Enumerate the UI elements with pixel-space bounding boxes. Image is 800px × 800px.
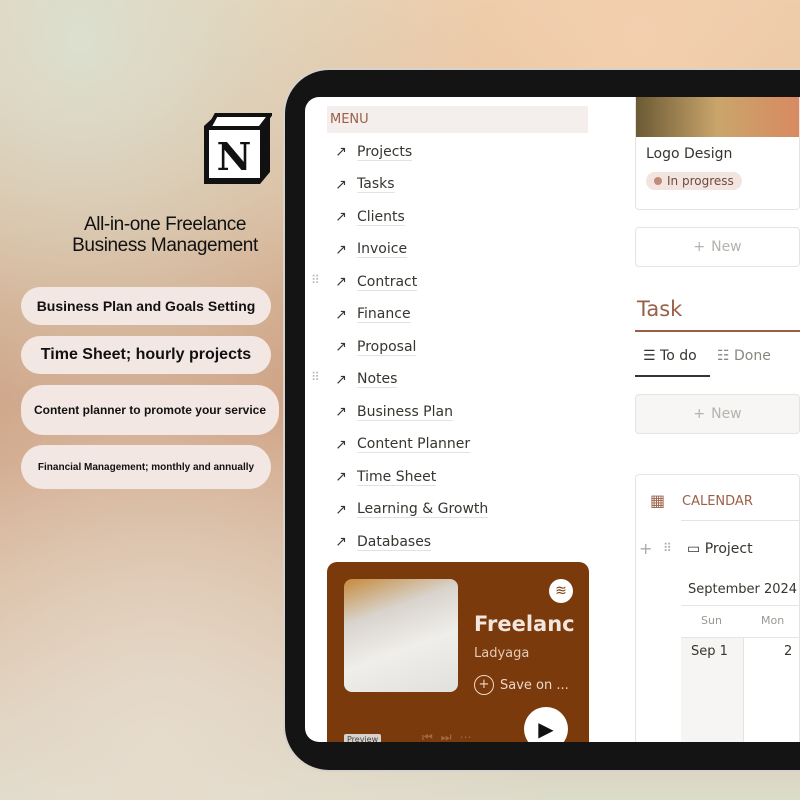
sidebar-item-finance[interactable]: ↗ Finance [331,305,411,325]
proposal-icon: ↗ [335,339,347,355]
sidebar-item-label: Finance [357,306,411,323]
album-art [344,579,458,692]
save-button[interactable]: + Save on ... [474,675,569,695]
artist-name[interactable]: Ladyaga [474,646,529,661]
headline: All-in-one Freelance Business Management [72,214,258,256]
feature-pill: Time Sheet; hourly projects [21,336,271,374]
user-circle-icon: ↗ [335,209,347,225]
project-card[interactable]: Logo Design In progress [635,97,800,210]
tab-to-do[interactable]: ☰ To do [643,348,697,364]
new-button[interactable]: + New [635,227,800,267]
sidebar-item-projects[interactable]: ↗ Projects [331,142,413,162]
feature-pill: Business Plan and Goals Setting [21,287,271,325]
briefcase-icon: ↗ [335,404,347,420]
sidebar-item-tasks[interactable]: ↗ Tasks [331,175,395,195]
card-title: Logo Design [646,146,733,162]
add-icon[interactable]: + [639,539,652,558]
new-task-button[interactable]: + New [635,394,800,434]
sidebar-item-label: Proposal [357,338,417,356]
sidebar-item-time-sheet[interactable]: ↗ Time Sheet [331,467,437,487]
sidebar-item-label: Databases [357,533,432,551]
feature-pill: Financial Management; monthly and annual… [21,445,271,489]
timesheet-icon: ↗ [335,469,347,485]
weekday: Sun [701,614,722,627]
inbox-icon: ▭ [687,541,701,557]
spotify-embed[interactable]: ≋ Freelance Ladyaga +Save on ... ▶ Previ… [327,562,589,742]
playback-controls[interactable]: ⏮⏭⋯ [422,730,480,742]
task-heading: Task [637,297,683,321]
svg-text:N: N [217,134,252,179]
calendar-title: CALENDAR [682,494,753,509]
sidebar-item-business-plan[interactable]: ↗ Business Plan [331,402,453,422]
sidebar-item-invoice[interactable]: ↗ Invoice [331,240,408,260]
notion-logo: N [204,113,272,184]
spotify-icon: ≋ [549,579,573,603]
sidebar-item-contract[interactable]: ↗ Contract [331,272,418,292]
calendar-icon: ▦ [650,491,666,510]
sidebar-item-clients[interactable]: ↗ Clients [331,207,405,227]
status-badge: In progress [646,172,742,190]
sidebar-item-databases[interactable]: ↗ Databases [331,532,432,552]
tab-done[interactable]: ☷ Done [717,348,771,364]
menu-header: MENU [327,106,588,133]
sidebar-item-label: Business Plan [357,403,453,421]
sidebar-item-notes[interactable]: ↗ Notes [331,370,398,390]
feature-pill: Content planner to promote your service [21,385,279,435]
calendar-block: ▦ CALENDAR September 2024 Sun Mon Sep 1 … [635,474,800,742]
gear-icon: ↗ [335,534,347,550]
clipboard-icon: ↗ [335,176,347,193]
calendar-cell[interactable]: 2 [743,637,800,742]
plus-circle-icon: + [474,675,494,695]
sidebar-item-content-planner[interactable]: ↗ Content Planner [331,435,471,455]
drag-handle-icon[interactable]: ⠿ [311,273,320,287]
sidebar-item-label: Invoice [357,241,408,258]
laptop-icon: ↗ [335,144,347,160]
view-project[interactable]: ▭ Project [687,541,753,557]
plus-icon: + [693,406,706,422]
sidebar-item-label: Tasks [357,176,395,193]
sidebar-item-label: Clients [357,208,405,226]
sidebar-item-proposal[interactable]: ↗ Proposal [331,337,417,357]
contract-icon: ↗ [335,274,347,290]
track-title: Freelance [474,612,574,636]
sidebar-item-learning-growth[interactable]: ↗ Learning & Growth [331,500,489,520]
sidebar-item-label: Content Planner [357,436,471,453]
calendar-cell[interactable]: Sep 1 [681,637,743,742]
sidebar-item-label: Contract [357,273,418,291]
notion-page: MENU ⠿ ⠿ ↗ Projects ↗ Tasks ↗ Clients ↗ Invoice… [305,97,800,742]
preview-badge: Preview [344,734,382,742]
sidebar-item-label: Time Sheet [357,468,437,486]
divider [635,330,800,332]
weekday: Mon [761,614,785,627]
drag-handle-icon[interactable]: ⠿ [663,541,672,555]
tab-underline [635,375,710,377]
calendar-month: September 2024 [688,582,798,597]
plus-icon: + [693,239,706,255]
notes-icon: ↗ [335,371,347,388]
sidebar-item-label: Projects [357,143,413,161]
growth-icon: ↗ [335,501,347,518]
planner-icon: ↗ [335,436,347,453]
sidebar-item-label: Notes [357,371,398,388]
card-cover [636,97,799,137]
drag-handle-icon[interactable]: ⠿ [311,370,320,384]
finance-icon: ↗ [335,306,347,323]
invoice-icon: ↗ [335,241,347,258]
play-button[interactable]: ▶ [524,707,568,742]
sidebar-item-label: Learning & Growth [357,501,489,518]
